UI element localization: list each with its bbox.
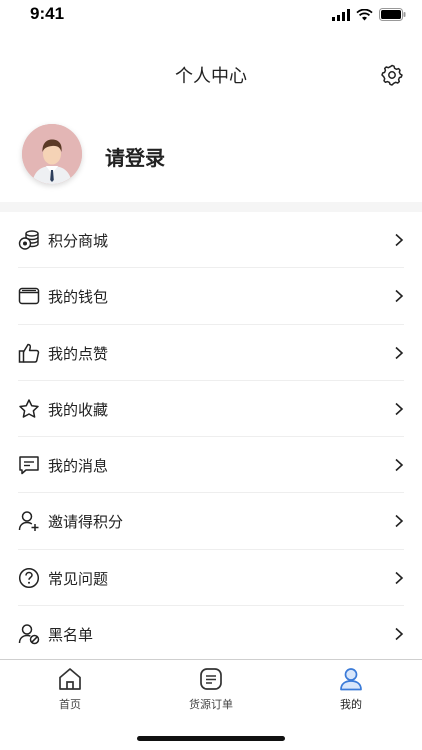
gear-icon[interactable] bbox=[380, 63, 404, 87]
signal-icon bbox=[332, 8, 350, 21]
menu-item-label: 邀请得积分 bbox=[48, 513, 124, 532]
menu-list: 积分商城 我的钱包 我的点赞 我的收藏 我的消息 邀请得积分 常见问题 黑名单 bbox=[0, 212, 422, 662]
menu-item-label: 常见问题 bbox=[48, 569, 109, 588]
chevron-right-icon bbox=[395, 402, 404, 415]
chevron-right-icon bbox=[395, 233, 404, 247]
wallet-icon bbox=[18, 288, 40, 305]
order-list-icon bbox=[200, 668, 222, 690]
status-bar: 9:41 bbox=[0, 0, 422, 30]
menu-item-label: 我的消息 bbox=[48, 457, 109, 476]
thumbs-up-icon bbox=[18, 343, 40, 363]
tab-label: 我的 bbox=[340, 698, 362, 711]
tab-label: 首页 bbox=[59, 698, 81, 711]
coins-icon bbox=[18, 230, 39, 250]
menu-item-invite[interactable]: 邀请得积分 bbox=[0, 493, 422, 550]
menu-item-label: 我的钱包 bbox=[48, 288, 109, 307]
menu-item-label: 我的点赞 bbox=[48, 344, 109, 363]
home-indicator bbox=[137, 736, 285, 741]
tab-label: 货源订单 bbox=[189, 698, 233, 711]
chevron-right-icon bbox=[395, 346, 404, 359]
menu-item-faq[interactable]: 常见问题 bbox=[0, 550, 422, 607]
star-icon bbox=[19, 399, 39, 418]
status-icons bbox=[332, 8, 406, 21]
tab-mine[interactable]: 我的 bbox=[296, 666, 406, 712]
status-time: 9:41 bbox=[30, 4, 65, 23]
chevron-right-icon bbox=[395, 627, 404, 641]
user-block-icon bbox=[18, 624, 40, 645]
menu-item-favorites[interactable]: 我的收藏 bbox=[0, 381, 422, 438]
question-icon bbox=[18, 567, 40, 588]
login-prompt[interactable]: 请登录 bbox=[105, 142, 165, 171]
tab-orders[interactable]: 货源订单 bbox=[156, 666, 266, 712]
menu-item-likes[interactable]: 我的点赞 bbox=[0, 325, 422, 381]
user-add-icon bbox=[18, 511, 39, 532]
profile-section[interactable]: 请登录 bbox=[0, 120, 422, 200]
menu-item-wallet[interactable]: 我的钱包 bbox=[0, 268, 422, 325]
menu-item-messages[interactable]: 我的消息 bbox=[0, 437, 422, 494]
person-icon bbox=[340, 668, 362, 691]
avatar-person-icon bbox=[22, 124, 82, 184]
avatar[interactable] bbox=[22, 124, 82, 184]
menu-item-label: 积分商城 bbox=[48, 232, 109, 250]
menu-item-label: 我的收藏 bbox=[48, 400, 109, 419]
wifi-icon bbox=[356, 8, 373, 20]
chevron-right-icon bbox=[395, 515, 404, 528]
battery-icon bbox=[379, 8, 406, 21]
menu-item-label: 黑名单 bbox=[48, 626, 94, 645]
nav-bar: 个人中心 bbox=[0, 50, 422, 100]
chevron-right-icon bbox=[395, 290, 404, 303]
message-icon bbox=[19, 456, 39, 475]
page-title: 个人中心 bbox=[175, 66, 247, 87]
menu-item-blacklist[interactable]: 黑名单 bbox=[0, 606, 422, 662]
home-icon bbox=[59, 668, 81, 690]
chevron-right-icon bbox=[395, 459, 404, 472]
menu-item-points-mall[interactable]: 积分商城 bbox=[0, 212, 422, 269]
chevron-right-icon bbox=[395, 571, 404, 584]
section-divider bbox=[0, 202, 422, 212]
tab-home[interactable]: 首页 bbox=[15, 666, 125, 712]
